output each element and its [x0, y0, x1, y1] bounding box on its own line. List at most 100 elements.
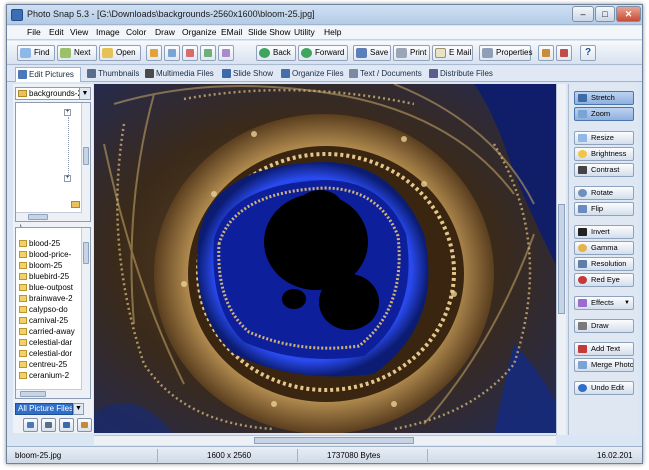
tab-multimedia-files[interactable]: Multimedia Files — [143, 67, 215, 81]
invert-button[interactable]: Invert — [574, 225, 634, 239]
view-list-button[interactable] — [23, 418, 38, 432]
properties-button[interactable]: Properties — [479, 45, 532, 61]
file-list-vertical-scrollbar[interactable] — [81, 228, 90, 398]
list-item[interactable]: brainwave-2 — [18, 293, 80, 304]
status-bar: bloom-25.jpg 1600 x 2560 1737080 Bytes 1… — [7, 446, 642, 463]
edit-tool-button[interactable] — [146, 45, 162, 61]
organize-tool-button[interactable] — [200, 45, 216, 61]
list-item[interactable]: celestial-dar — [18, 337, 80, 348]
draw-button[interactable]: Draw — [574, 319, 634, 333]
list-item[interactable]: ceranium-2 — [18, 370, 80, 381]
merge-photos-button[interactable]: Merge Photos — [574, 358, 634, 372]
list-item[interactable]: blue-outpost — [18, 282, 80, 293]
folder-dropdown[interactable]: backgrounds-2560x1600 ▼ — [15, 87, 91, 100]
print-button[interactable]: Print — [393, 45, 430, 61]
back-button[interactable]: Back — [256, 45, 296, 61]
image-horizontal-scrollbar[interactable] — [94, 435, 556, 445]
folder-tree[interactable]: + + — [15, 102, 91, 222]
folder-up-button[interactable] — [59, 418, 74, 432]
minimize-button[interactable]: – — [572, 6, 594, 22]
menu-edit[interactable]: Edit — [49, 27, 64, 37]
help-button[interactable]: ? — [580, 45, 596, 61]
tab-bar: Edit Pictures Thumbnails Multimedia File… — [7, 66, 642, 82]
rotate-button[interactable]: Rotate — [574, 186, 634, 200]
menu-slide-show[interactable]: Slide Show — [248, 27, 291, 37]
menu-file[interactable]: File — [27, 27, 41, 37]
flip-button[interactable]: Flip — [574, 202, 634, 216]
effects-button[interactable]: Effects ▼ — [574, 296, 634, 310]
print-preview-button[interactable] — [164, 45, 180, 61]
tab-text-documents[interactable]: Text / Documents — [347, 67, 423, 81]
red-eye-button[interactable]: Red Eye — [574, 273, 634, 287]
scroll-thumb[interactable] — [558, 204, 565, 314]
refresh-button[interactable] — [77, 418, 92, 432]
find-button[interactable]: Find — [17, 45, 55, 61]
edit-pictures-icon — [18, 70, 27, 79]
resolution-button[interactable]: Resolution — [574, 257, 634, 271]
scroll-thumb[interactable] — [254, 437, 414, 444]
menu-color[interactable]: Color — [126, 27, 146, 37]
chevron-down-icon[interactable]: ▼ — [73, 403, 84, 415]
scroll-thumb[interactable] — [20, 391, 46, 397]
image-vertical-scrollbar[interactable] — [556, 84, 566, 435]
list-item[interactable]: centreu-25 — [18, 359, 80, 370]
image-viewport[interactable] — [94, 84, 566, 433]
scroll-thumb[interactable] — [28, 214, 48, 220]
view-thumbs-button[interactable] — [41, 418, 56, 432]
scroll-thumb[interactable] — [83, 147, 89, 165]
arrow-right-icon — [301, 48, 312, 58]
folder-up-icon — [63, 422, 70, 428]
list-item[interactable]: carnival-25 — [18, 315, 80, 326]
tools-button[interactable] — [556, 45, 572, 61]
tree-horizontal-scrollbar[interactable] — [16, 212, 82, 221]
gamma-button[interactable]: Gamma — [574, 241, 634, 255]
settings-tool-button[interactable] — [218, 45, 234, 61]
brightness-button[interactable]: Brightness — [574, 147, 634, 161]
plugins-button[interactable] — [538, 45, 554, 61]
file-list-horizontal-scrollbar[interactable] — [16, 389, 82, 398]
tab-edit-pictures[interactable]: Edit Pictures — [15, 67, 81, 82]
email-button[interactable]: E Mail — [432, 45, 473, 61]
file-type-filter[interactable]: All Picture Files — [15, 403, 73, 415]
undo-edit-button[interactable]: Undo Edit — [574, 381, 634, 395]
maximize-button[interactable]: □ — [595, 6, 615, 22]
tree-vertical-scrollbar[interactable] — [81, 103, 90, 221]
list-item[interactable]: bloom-25 — [18, 260, 80, 271]
status-dimensions: 1600 x 2560 — [207, 451, 252, 460]
tab-distribute-files[interactable]: Distribute Files — [427, 67, 497, 81]
next-button[interactable]: Next — [57, 45, 97, 61]
menu-help[interactable]: Help — [324, 27, 341, 37]
fractal-image — [94, 84, 566, 433]
list-item[interactable]: carried-away — [18, 326, 80, 337]
title-bar[interactable]: Photo Snap 5.3 - [G:\Downloads\backgroun… — [7, 5, 642, 25]
open-button[interactable]: Open — [99, 45, 141, 61]
menu-draw[interactable]: Draw — [155, 27, 175, 37]
resize-button[interactable]: Resize — [574, 131, 634, 145]
list-item[interactable]: calypso-do — [18, 304, 80, 315]
contrast-button[interactable]: Contrast — [574, 163, 634, 177]
zoom-button[interactable]: Zoom — [574, 107, 634, 121]
menu-image[interactable]: Image — [96, 27, 120, 37]
application-window: Photo Snap 5.3 - [G:\Downloads\backgroun… — [6, 4, 643, 464]
forward-button[interactable]: Forward — [298, 45, 348, 61]
list-item[interactable]: celestial-dor — [18, 348, 80, 359]
menu-organize[interactable]: Organize — [182, 27, 217, 37]
close-button[interactable]: ✕ — [616, 6, 641, 22]
tab-thumbnails[interactable]: Thumbnails — [85, 67, 141, 81]
save-button[interactable]: Save — [353, 45, 391, 61]
chevron-down-icon[interactable]: ▼ — [79, 88, 90, 99]
scroll-thumb[interactable] — [83, 242, 89, 264]
tab-slide-show[interactable]: Slide Show — [220, 67, 274, 81]
list-item[interactable]: blood-price- — [18, 249, 80, 260]
expand-icon[interactable]: + — [64, 109, 71, 116]
color-tool-button[interactable] — [182, 45, 198, 61]
expand-icon[interactable]: + — [64, 175, 71, 182]
menu-view[interactable]: View — [70, 27, 88, 37]
list-item[interactable]: bluebird-25 — [18, 271, 80, 282]
stretch-button[interactable]: Stretch — [574, 91, 634, 105]
tab-organize-files[interactable]: Organize Files — [279, 67, 344, 81]
menu-utility[interactable]: Utility — [294, 27, 315, 37]
list-item[interactable]: blood-25 — [18, 238, 80, 249]
add-text-button[interactable]: Add Text — [574, 342, 634, 356]
menu-email[interactable]: EMail — [221, 27, 242, 37]
